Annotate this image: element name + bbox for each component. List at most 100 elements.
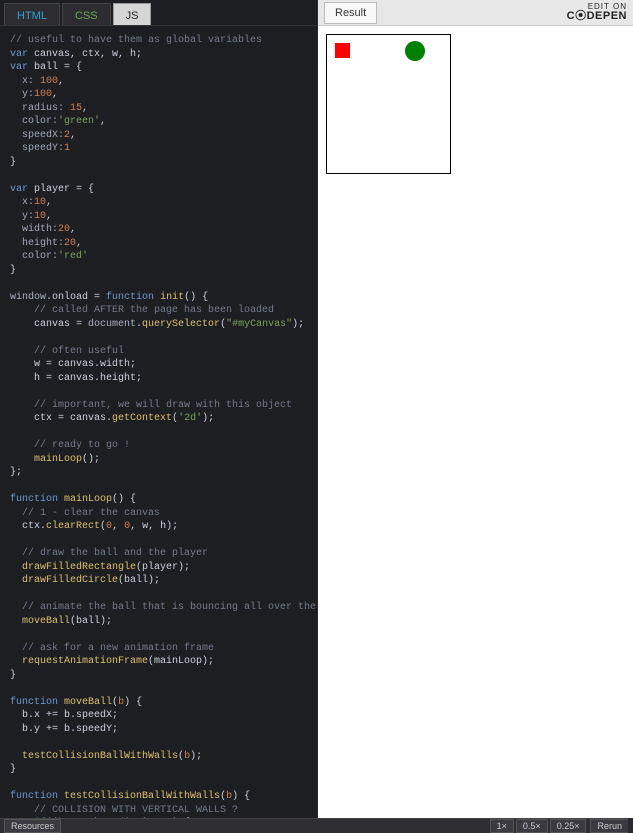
zoom-025x-button[interactable]: 0.25× (550, 819, 587, 833)
code-token: () { (184, 292, 208, 303)
code-token: init (160, 292, 184, 303)
code-token: window (10, 292, 46, 303)
code-token: var (10, 49, 28, 60)
code-token: canvas = (10, 319, 88, 330)
code-token: speedY: (10, 143, 64, 154)
code-token: var (10, 62, 28, 73)
code-token: // 1 - clear the canvas (10, 508, 160, 519)
code-token: , (70, 130, 76, 141)
code-token: .onload = (46, 292, 106, 303)
code-token: canvas, ctx, w, h; (28, 49, 142, 60)
code-token: (); (82, 454, 100, 465)
code-token: y: (10, 211, 34, 222)
tab-css[interactable]: CSS (62, 3, 111, 25)
editor-tabbar: HTML CSS JS (0, 0, 317, 26)
code-token: speedX: (10, 130, 64, 141)
code-token: height: (10, 238, 64, 249)
code-token: 100 (40, 76, 58, 87)
tab-html[interactable]: HTML (4, 3, 60, 25)
code-token: (ball); (118, 575, 160, 586)
code-token: 1 (64, 143, 70, 154)
code-token: color: (10, 116, 58, 127)
code-token: } (10, 670, 16, 681)
zoom-05x-button[interactable]: 0.5× (516, 819, 548, 833)
code-token: b.x += b.speedX; (10, 710, 118, 721)
code-token: ) { (124, 697, 142, 708)
code-token: testCollisionBallWithWalls (22, 751, 178, 762)
code-token: } (10, 764, 16, 775)
code-token: // called AFTER the page has been loaded (10, 305, 274, 316)
code-token: color: (10, 251, 58, 262)
code-token: () { (112, 494, 136, 505)
zoom-1x-button[interactable]: 1× (490, 819, 514, 833)
tab-js[interactable]: JS (113, 3, 152, 25)
code-token: y: (10, 89, 34, 100)
code-token: // ready to go ! (10, 440, 130, 451)
code-token: getContext (112, 413, 172, 424)
code-token: 15 (70, 103, 82, 114)
code-token: requestAnimationFrame (22, 656, 148, 667)
code-token: testCollisionBallWithWalls (64, 791, 220, 802)
code-token: (mainLoop); (148, 656, 214, 667)
ball-circle-icon (405, 41, 425, 61)
code-token: player = { (28, 184, 94, 195)
code-token: moveBall (22, 616, 70, 627)
code-token: 20 (58, 224, 70, 235)
player-square-icon (335, 43, 350, 58)
code-token (10, 751, 22, 762)
edit-on-codepen-link[interactable]: EDIT ON C⦿DEPEN (567, 3, 627, 22)
code-token: radius: (10, 103, 70, 114)
result-pane: Result EDIT ON C⦿DEPEN (318, 0, 633, 818)
resources-button[interactable]: Resources (4, 819, 61, 833)
code-token: 10 (34, 211, 46, 222)
code-token (10, 616, 22, 627)
code-token: , (112, 521, 124, 532)
bottom-bar: Resources 1× 0.5× 0.25× Rerun (0, 818, 633, 833)
code-token: }; (10, 467, 22, 478)
zoom-group: 1× 0.5× 0.25× (490, 819, 587, 833)
code-token: w = canvas.width; (10, 359, 136, 370)
code-token: function (10, 697, 58, 708)
code-token: '2d' (178, 413, 202, 424)
code-token: b.y += b.speedY; (10, 724, 118, 735)
code-token: mainLoop (34, 454, 82, 465)
code-token: , (52, 89, 58, 100)
code-token: } (10, 157, 16, 168)
code-token: , (46, 197, 52, 208)
result-header: Result EDIT ON C⦿DEPEN (318, 0, 633, 26)
code-token: ); (190, 751, 202, 762)
rerun-button[interactable]: Rerun (590, 819, 629, 833)
code-editor[interactable]: // useful to have them as global variabl… (0, 26, 317, 818)
code-token: 'green' (58, 116, 100, 127)
code-token: var (10, 184, 28, 195)
code-token (10, 454, 34, 465)
code-token: function (10, 791, 58, 802)
code-token: (ball); (70, 616, 112, 627)
code-token: // animate the ball that is bouncing all… (10, 602, 317, 613)
code-token: , (76, 238, 82, 249)
editor-pane: HTML CSS JS // useful to have them as gl… (0, 0, 318, 818)
code-token: 100 (34, 89, 52, 100)
code-token: function (106, 292, 154, 303)
code-token: drawFilledCircle (22, 575, 118, 586)
code-token: moveBall (64, 697, 112, 708)
result-body (318, 26, 633, 818)
tab-result[interactable]: Result (324, 2, 377, 24)
code-token: 'red' (58, 251, 88, 262)
code-token: // COLLISION WITH VERTICAL WALLS ? (10, 805, 238, 816)
code-token: // important, we will draw with this obj… (10, 400, 292, 411)
code-token: , (58, 76, 64, 87)
code-token: 10 (34, 197, 46, 208)
code-token: drawFilledRectangle (22, 562, 136, 573)
code-token: ctx = canvas. (10, 413, 112, 424)
code-token: // draw the ball and the player (10, 548, 208, 559)
code-token: , (100, 116, 106, 127)
code-token: // often useful (10, 346, 124, 357)
code-token (10, 656, 22, 667)
code-token (10, 575, 22, 586)
code-token: ctx. (10, 521, 46, 532)
code-token: , w, h); (130, 521, 178, 532)
code-token: clearRect (46, 521, 100, 532)
code-token: ) { (232, 791, 250, 802)
code-token: querySelector (142, 319, 220, 330)
